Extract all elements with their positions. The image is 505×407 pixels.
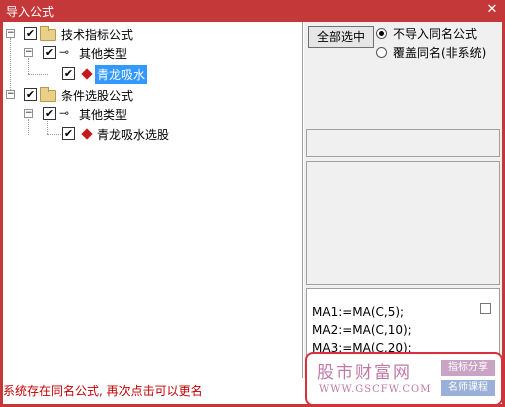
title-bar: 导入公式 ✕ [0, 0, 505, 22]
tree-node-label: 其他类型 [79, 47, 128, 61]
tree-node-indicator-formulas[interactable]: − ✔ 技术指标公式 [3, 25, 303, 43]
key-icon: ⊸ [59, 106, 70, 120]
select-all-button[interactable]: 全部选中 [308, 26, 374, 48]
tree-node-other-types-2[interactable]: − ✔ ⊸ 其他类型 [3, 105, 303, 123]
tree-node-screening-formulas[interactable]: − ✔ 条件选股公式 [3, 86, 303, 104]
collapse-toggle[interactable]: − [24, 109, 33, 118]
node-checkbox[interactable]: ✔ [43, 46, 56, 59]
code-line: MA1:=MA(C,5); [312, 305, 405, 319]
tree-node-label: 其他类型 [79, 108, 128, 122]
node-checkbox[interactable]: ✔ [24, 88, 37, 101]
watermark-url: WWW.GSCFW.COM [319, 384, 432, 395]
radio-overwrite-label: 覆盖同名(非系统) [393, 45, 487, 60]
collapse-toggle[interactable]: − [6, 90, 15, 99]
tree-node-label: 条件选股公式 [61, 89, 134, 103]
radio-skip-label: 不导入同名公式 [393, 26, 478, 41]
formula-tree[interactable]: − ✔ 技术指标公式 − ✔ ⊸ 其他类型 ✔ 青龙吸水 − ✔ 条件选股公式 … [3, 22, 303, 378]
node-checkbox[interactable]: ✔ [62, 127, 75, 140]
watermark-tag-share: 指标分享 [441, 360, 495, 376]
radio-circle[interactable] [376, 46, 387, 58]
code-checkbox[interactable] [480, 303, 491, 314]
folder-icon [40, 87, 56, 102]
window-title: 导入公式 [6, 5, 55, 19]
node-checkbox[interactable]: ✔ [62, 67, 75, 80]
status-message: 系统存在同名公式, 再次点击可以更名 [3, 384, 203, 398]
node-checkbox[interactable]: ✔ [24, 27, 37, 40]
formula-gem-icon [81, 128, 93, 140]
key-icon: ⊸ [59, 45, 70, 59]
formula-name-field[interactable] [306, 129, 500, 157]
watermark-logo: 股市财富网 WWW.GSCFW.COM 指标分享 名师课程 [305, 352, 503, 406]
watermark-brand: 股市财富网 [317, 363, 412, 383]
radio-overwrite-duplicates[interactable]: 覆盖同名(非系统) [376, 44, 486, 60]
close-icon[interactable]: ✕ [483, 1, 501, 19]
watermark-tag-course: 名师课程 [441, 380, 495, 396]
collapse-toggle[interactable]: − [6, 29, 15, 38]
tree-node-qinglong-screener[interactable]: ✔ 青龙吸水选股 [3, 125, 303, 143]
tree-node-qinglong-xishui[interactable]: ✔ 青龙吸水 [3, 65, 303, 84]
radio-circle-selected[interactable] [376, 27, 387, 39]
options-panel: 全部选中 不导入同名公式 覆盖同名(非系统) MA1:=MA(C,5); MA2… [304, 22, 502, 378]
radio-skip-duplicates[interactable]: 不导入同名公式 [376, 25, 477, 41]
tree-node-label: 技术指标公式 [61, 28, 134, 42]
formula-gem-icon [81, 68, 93, 80]
tree-node-label: 青龙吸水选股 [97, 128, 170, 142]
formula-description-box[interactable] [306, 161, 500, 285]
code-line: MA2:=MA(C,10); [312, 323, 412, 337]
tree-node-label: 青龙吸水 [95, 65, 148, 84]
folder-icon [40, 26, 56, 41]
collapse-toggle[interactable]: − [24, 48, 33, 57]
tree-node-other-types[interactable]: − ✔ ⊸ 其他类型 [3, 44, 303, 62]
node-checkbox[interactable]: ✔ [43, 107, 56, 120]
